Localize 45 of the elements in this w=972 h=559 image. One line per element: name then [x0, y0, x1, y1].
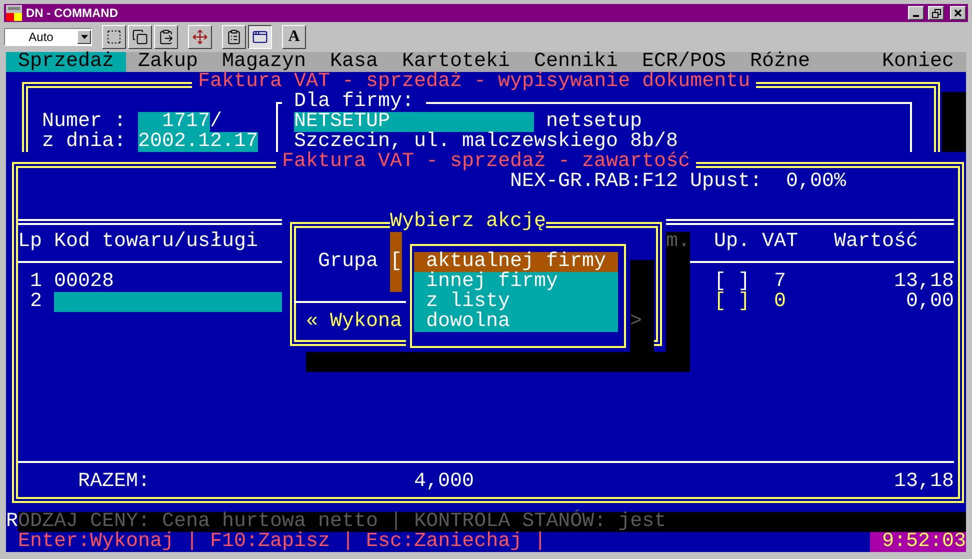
clock: 9:52:03: [870, 532, 966, 552]
dialog-title: Wybierz akcję: [390, 212, 546, 232]
column-header: VAT: [762, 232, 798, 252]
column-header: Lp: [18, 232, 42, 252]
key-hints: Enter:Wykonaj | F10:Zapisz | Esc:Zaniechaj |: [18, 532, 546, 552]
total-label: RAZEM:: [78, 472, 150, 492]
menu-item[interactable]: Zakup: [126, 52, 210, 72]
discount-info: NEX-GR.RAB:F12 Upust: 0,00%: [510, 172, 846, 192]
execute-button[interactable]: « Wykona: [306, 312, 402, 332]
column-header: Kod towaru/usługi: [54, 232, 258, 252]
table-cell-text: 13,18: [892, 272, 954, 292]
number-suffix: /: [210, 112, 222, 132]
table-cell-text: 0,00: [904, 292, 954, 312]
font-size-select[interactable]: Auto: [4, 28, 92, 46]
client-name: netsetup: [546, 112, 642, 132]
group-field[interactable]: [: [390, 232, 402, 292]
table-cell-text: 00028: [54, 272, 116, 292]
menu-item[interactable]: Magazyn: [210, 52, 318, 72]
font-button[interactable]: A: [282, 25, 306, 49]
window-title: Faktura VAT - sprzedaż - wypisywanie dokumentu: [192, 72, 756, 92]
menu-item[interactable]: Kasa: [318, 52, 390, 72]
date-label: z dnia:: [42, 132, 126, 152]
table-cell: [ ]: [714, 272, 750, 292]
column-header: Up.: [714, 232, 750, 252]
window-title: Faktura VAT - sprzedaż - zawartość: [276, 152, 696, 172]
table-cell: [ ]: [714, 292, 750, 312]
menu-item[interactable]: ECR/POS: [630, 52, 738, 72]
menu-item[interactable]: Sprzedaż: [6, 52, 126, 72]
table-cell: 0: [774, 292, 786, 312]
group-label: Grupa: [318, 252, 378, 272]
total-quantity: 4,000: [412, 472, 474, 492]
table-cell-text: 1: [28, 272, 42, 292]
menu-item[interactable]: Koniec: [870, 52, 966, 72]
table-cell: 7: [774, 272, 786, 292]
total-value: 13,18: [892, 472, 954, 492]
window-title: DN - COMMAND: [26, 6, 119, 20]
table-cell-text: 2: [28, 292, 42, 312]
column-header: Wartość: [834, 232, 918, 252]
menu-item[interactable]: Różne: [738, 52, 822, 72]
popup-menu-item[interactable]: aktualnej firmy: [414, 252, 618, 272]
menu-item[interactable]: Cenniki: [522, 52, 630, 72]
number-label: Numer :: [42, 112, 126, 132]
client-address: Szczecin, ul. malczewskiego 8b/8: [294, 132, 678, 152]
menu-item[interactable]: Kartoteki: [390, 52, 522, 72]
client-label: Dla firmy:: [282, 92, 426, 112]
